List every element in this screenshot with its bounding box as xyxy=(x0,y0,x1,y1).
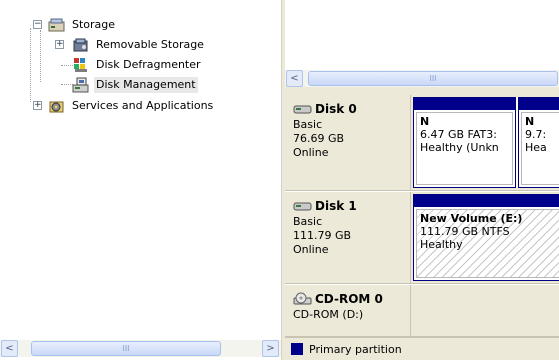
partition-color-bar xyxy=(414,98,515,110)
partition-size: 9.7: xyxy=(525,128,547,141)
disk-management-pane: < III Disk 0 Basic 76.69 GB Online N 6.4… xyxy=(285,0,559,360)
partition-size: 6.47 GB FAT3: xyxy=(420,128,497,141)
disk-icon xyxy=(293,105,312,114)
legend: Primary partition xyxy=(285,337,559,360)
scroll-left-button[interactable]: < xyxy=(1,340,18,357)
disk-row-disk-0[interactable]: Disk 0 Basic 76.69 GB Online N 6.47 GB F… xyxy=(285,95,559,191)
partition-new-volume[interactable]: New Volume (E:) 111.79 GB NTFS Healthy xyxy=(413,194,559,281)
removable-storage-icon xyxy=(72,37,90,53)
volume-list[interactable] xyxy=(285,0,559,70)
tree-connector xyxy=(30,28,31,102)
disk-row-cdrom-0[interactable]: CD-ROM 0 CD-ROM (D:) xyxy=(285,285,559,337)
pane-divider xyxy=(285,87,559,95)
cdrom-icon xyxy=(293,292,312,305)
tree-connector xyxy=(40,30,41,82)
partition-status: Healthy xyxy=(420,238,463,251)
disk-size: 76.69 GB xyxy=(293,132,345,145)
storage-icon xyxy=(48,17,66,33)
disk-status: Online xyxy=(293,146,329,159)
disk-size: 111.79 GB xyxy=(293,229,352,242)
disk-name: CD-ROM 0 xyxy=(315,292,383,306)
disk-icon xyxy=(293,202,312,211)
disk-status: Online xyxy=(293,243,329,256)
scroll-left-button[interactable]: < xyxy=(286,70,303,87)
partition-body: New Volume (E:) 111.79 GB NTFS Healthy xyxy=(416,209,559,278)
partition-map: New Volume (E:) 111.79 GB NTFS Healthy xyxy=(413,194,559,281)
partition-status: Healthy (Unkn xyxy=(420,141,499,154)
partition-status: Hea xyxy=(525,141,547,154)
tree-item-services-and-applications[interactable]: Services and Applications xyxy=(48,97,215,115)
partition-title: N xyxy=(525,115,535,128)
disk-defragmenter-icon xyxy=(72,57,90,73)
partition-title: N xyxy=(420,115,430,128)
tree-item-removable-storage[interactable]: Removable Storage xyxy=(72,36,206,54)
partition[interactable]: N 9.7: Hea xyxy=(518,97,559,188)
disk-info[interactable]: Disk 0 Basic 76.69 GB Online xyxy=(285,95,411,190)
disk-type: Basic xyxy=(293,118,323,131)
services-expand-toggle[interactable]: + xyxy=(33,101,42,110)
legend-label: Primary partition xyxy=(309,342,402,356)
disk-name: Disk 0 xyxy=(315,102,357,116)
scroll-track[interactable]: III xyxy=(304,70,559,87)
scroll-thumb[interactable]: III xyxy=(31,341,221,356)
partition-color-bar xyxy=(519,98,559,110)
console-tree: − Storage + Removable Storage Disk Defra… xyxy=(0,0,281,360)
tree-item-disk-management[interactable]: Disk Management xyxy=(72,76,198,94)
tree-horizontal-scrollbar[interactable]: < III > xyxy=(0,340,281,357)
partition-map xyxy=(413,287,559,334)
disk-info[interactable]: CD-ROM 0 CD-ROM (D:) xyxy=(285,285,411,336)
partition-body: N 9.7: Hea xyxy=(521,112,559,185)
disk-name: Disk 1 xyxy=(315,199,357,213)
disk-row-disk-1[interactable]: Disk 1 Basic 111.79 GB Online New Volume… xyxy=(285,192,559,284)
partition[interactable]: N 6.47 GB FAT3: Healthy (Unkn xyxy=(413,97,516,188)
primary-partition-swatch xyxy=(291,343,303,355)
partition-color-bar xyxy=(414,195,559,207)
services-icon xyxy=(48,98,66,114)
partition-title: New Volume (E:) xyxy=(420,212,523,225)
disk-type: CD-ROM (D:) xyxy=(293,308,364,321)
removable-storage-expand-toggle[interactable]: + xyxy=(55,40,64,49)
scroll-right-button[interactable]: > xyxy=(262,340,279,357)
disk-management-icon xyxy=(72,77,90,93)
scroll-thumb[interactable]: III xyxy=(308,71,558,86)
disk-info[interactable]: Disk 1 Basic 111.79 GB Online xyxy=(285,192,411,283)
tree-item-disk-defragmenter[interactable]: Disk Defragmenter xyxy=(72,56,203,74)
volume-list-horizontal-scrollbar[interactable]: < III xyxy=(285,70,559,87)
disk-type: Basic xyxy=(293,215,323,228)
tree-item-storage[interactable]: Storage xyxy=(48,16,117,34)
partition-body: N 6.47 GB FAT3: Healthy (Unkn xyxy=(416,112,513,185)
storage-collapse-toggle[interactable]: − xyxy=(33,20,42,29)
partition-map: N 6.47 GB FAT3: Healthy (Unkn N 9.7: Hea xyxy=(413,97,559,188)
scroll-track[interactable]: III xyxy=(19,340,260,357)
partition-size: 111.79 GB NTFS xyxy=(420,225,510,238)
